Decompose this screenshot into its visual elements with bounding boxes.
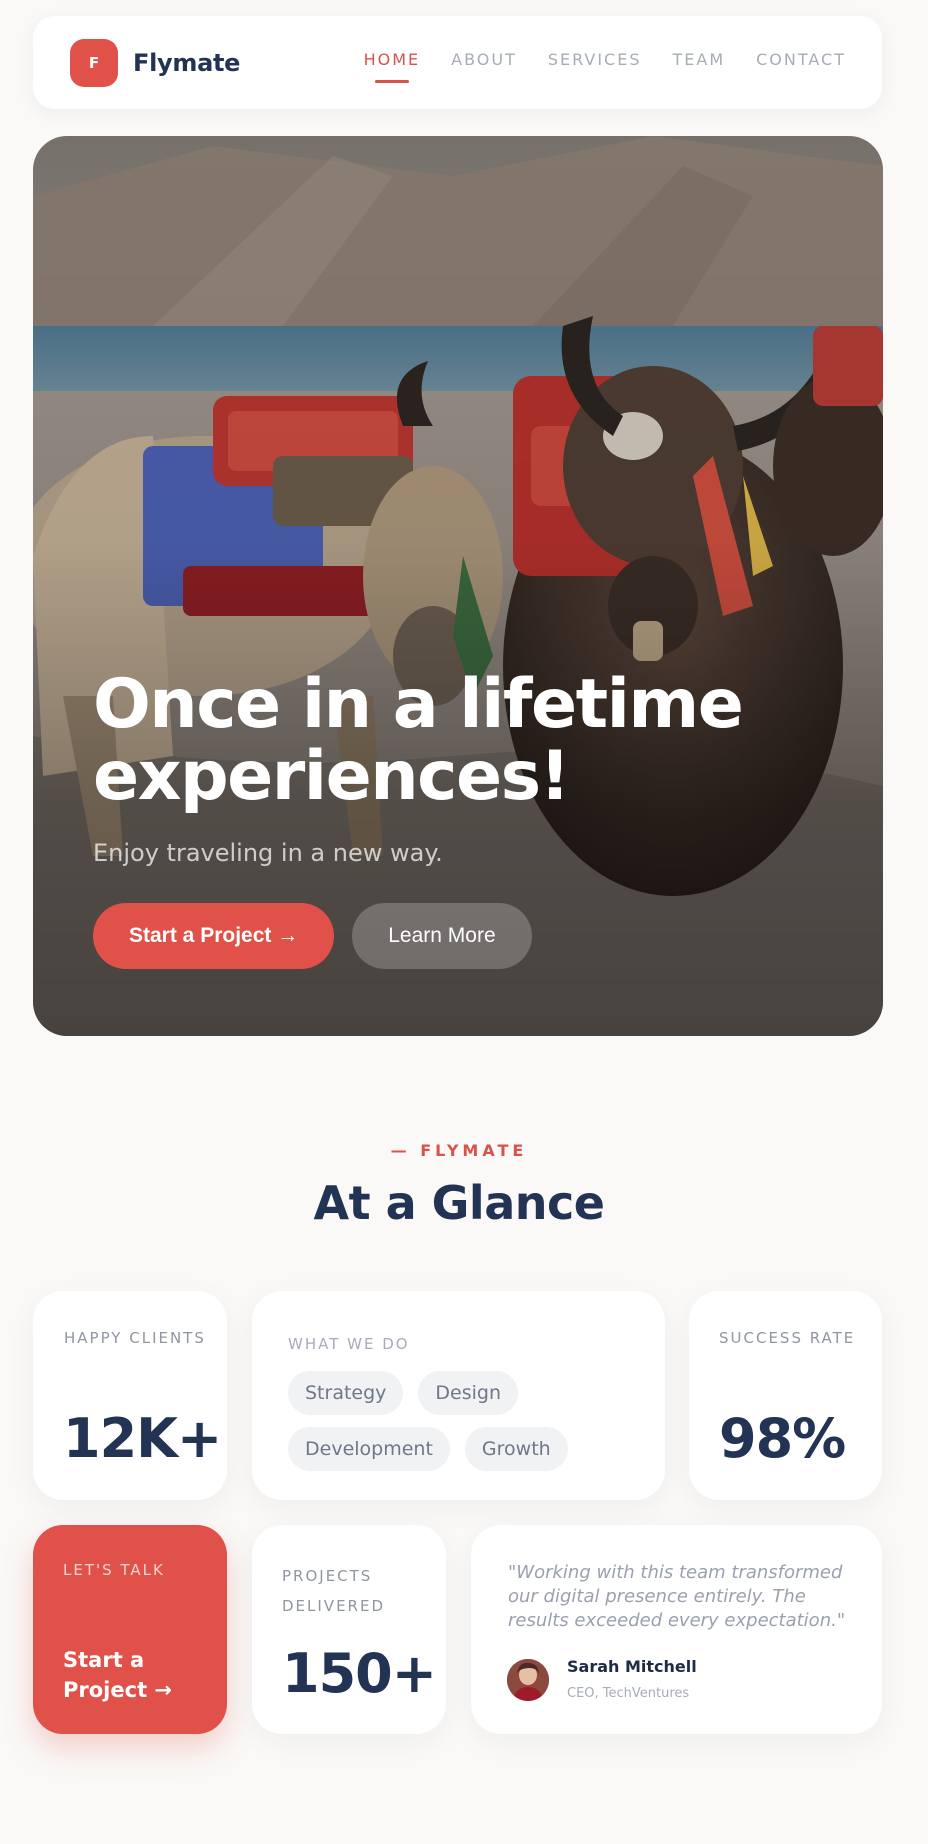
logo-badge[interactable]: F [70, 38, 118, 87]
testimonial-quote: "Working with this team transformed our … [508, 1562, 846, 1631]
nav-links: HOME ABOUT SERVICES TEAM CONTACT [364, 16, 846, 109]
avatar [507, 1659, 549, 1701]
hero-title-line2: experiences! [93, 737, 571, 816]
section-title: At a Glance [313, 1176, 605, 1230]
success-rate-value: 98% [719, 1407, 846, 1470]
section-eyebrow: — FLYMATE [390, 1141, 528, 1160]
testimonial-card: "Working with this team transformed our … [471, 1525, 882, 1734]
projects-delivered-label: PROJECTS DELIVERED [282, 1567, 385, 1615]
nav-link-home[interactable]: HOME [364, 50, 421, 75]
hero-subtitle: Enjoy traveling in a new way. [93, 839, 443, 867]
what-we-do-card: WHAT WE DO Strategy Design Development G… [252, 1291, 665, 1500]
lets-talk-label: LET'S TALK [63, 1561, 165, 1579]
happy-clients-value: 12K+ [63, 1407, 222, 1470]
learn-more-button[interactable]: Learn More [352, 903, 532, 969]
what-we-do-label: WHAT WE DO [288, 1335, 410, 1353]
tag-development[interactable]: Development [288, 1427, 450, 1471]
service-tags: Strategy Design Development Growth [288, 1371, 648, 1471]
avatar-portrait-icon [507, 1659, 549, 1701]
nav-link-services[interactable]: SERVICES [548, 50, 642, 75]
lets-talk-card[interactable]: LET'S TALK Start a Project → [33, 1525, 227, 1734]
projects-delivered-card: PROJECTS DELIVERED 150+ [252, 1525, 446, 1734]
hero-content: Once in a lifetime experiences! Enjoy tr… [93, 669, 833, 969]
brand-name[interactable]: Flymate [133, 49, 240, 77]
hero-title: Once in a lifetime experiences! [93, 669, 833, 813]
start-project-button[interactable]: Start a Project → [93, 903, 335, 969]
success-rate-card: SUCCESS RATE 98% [689, 1291, 882, 1500]
tag-strategy[interactable]: Strategy [288, 1371, 404, 1415]
lets-talk-cta[interactable]: Start a Project → [63, 1645, 213, 1705]
hero-buttons: Start a Project → Learn More [93, 903, 833, 969]
testimonial-name: Sarah Mitchell [567, 1657, 697, 1676]
success-rate-label: SUCCESS RATE [719, 1329, 856, 1347]
happy-clients-label: HAPPY CLIENTS [64, 1329, 206, 1347]
nav-link-team[interactable]: TEAM [672, 50, 725, 75]
nav-link-about[interactable]: ABOUT [451, 50, 517, 75]
hero-title-line1: Once in a lifetime [93, 665, 744, 744]
hero-section: Once in a lifetime experiences! Enjoy tr… [33, 136, 883, 1036]
nav-link-contact[interactable]: CONTACT [756, 50, 846, 75]
projects-delivered-value: 150+ [282, 1642, 437, 1705]
tag-growth[interactable]: Growth [464, 1427, 568, 1471]
testimonial-role: CEO, TechVentures [567, 1686, 690, 1701]
happy-clients-card: HAPPY CLIENTS 12K+ [33, 1291, 227, 1500]
top-navbar: F Flymate HOME ABOUT SERVICES TEAM CONTA… [33, 16, 882, 109]
tag-design[interactable]: Design [418, 1371, 519, 1415]
